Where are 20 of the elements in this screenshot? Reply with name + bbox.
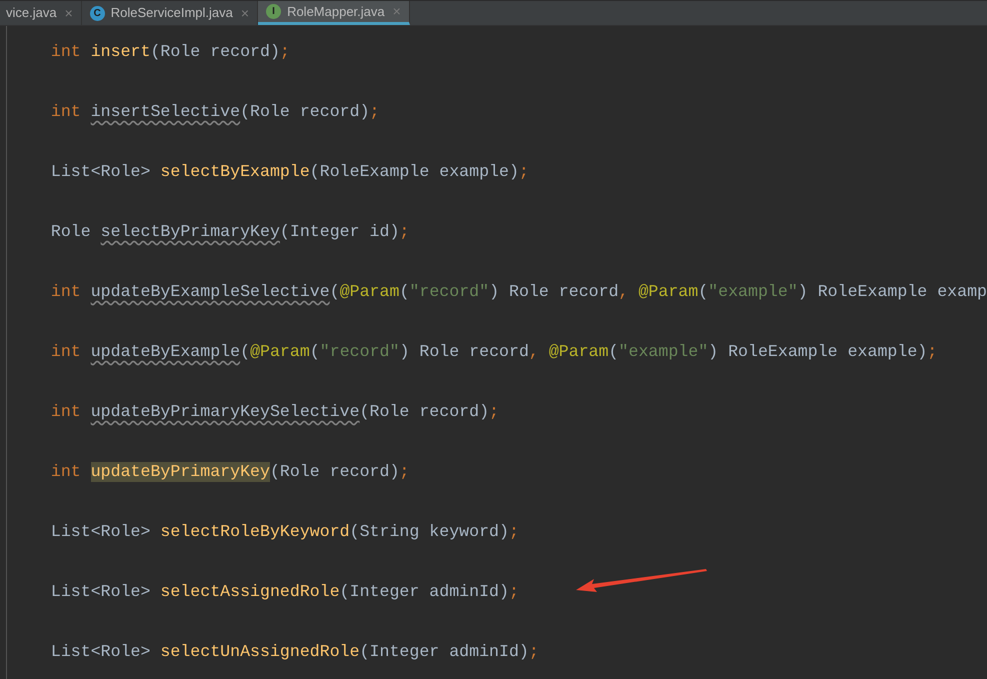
tab-label: RoleServiceImpl.java	[110, 4, 233, 22]
editor-tab[interactable]: I RoleMapper.java ×	[258, 1, 410, 25]
code-line: List<Role> selectByExample(RoleExample example);	[50, 162, 530, 182]
editor-tab[interactable]: vice.java ×	[0, 1, 82, 25]
code-line: List<Role> selectRoleByKeyword(String keyword);	[50, 522, 520, 542]
code-line: int insertSelective(Role record);	[50, 102, 381, 122]
code-line: List<Role> selectUnAssignedRole(Integer adminId);	[50, 642, 540, 662]
code-line: int updateByPrimaryKeySelective(Role record);	[50, 402, 500, 422]
tab-label: RoleMapper.java	[287, 2, 385, 21]
close-icon[interactable]: ×	[64, 2, 73, 24]
tab-label: vice.java	[6, 4, 57, 22]
code-line: List<Role> selectAssignedRole(Integer adminId);	[50, 582, 520, 602]
interface-icon: I	[266, 4, 282, 19]
code-line: Role selectByPrimaryKey(Integer id);	[50, 222, 410, 242]
code-line: int updateByExampleSelective(@Param("record") Role record, @Param("example") RoleExample examp	[50, 282, 987, 302]
code-line: int updateByExample(@Param("record") Role record, @Param("example") RoleExample example);	[50, 342, 938, 362]
code-line: int insert(Role record);	[50, 42, 291, 62]
class-icon: C	[90, 6, 105, 20]
code-line: int updateByPrimaryKey(Role record);	[50, 462, 410, 482]
close-icon[interactable]: ×	[240, 2, 250, 24]
